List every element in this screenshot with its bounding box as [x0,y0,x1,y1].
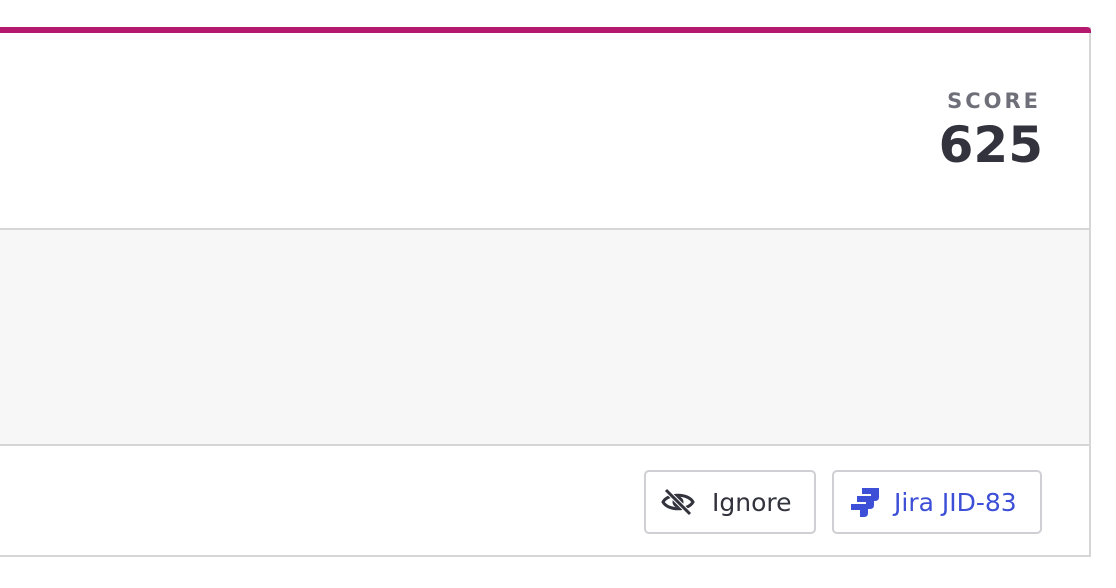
jira-issue-button[interactable]: Jira JID-83 [832,470,1042,534]
score-label: SCORE [947,89,1041,113]
eye-slash-icon [660,484,696,520]
ignore-button[interactable]: Ignore [644,470,816,534]
score-block: SCORE 625 [938,89,1043,174]
severity-accent-bar [0,27,1091,33]
details-section [0,230,1089,444]
jira-button-label: Jira JID-83 [894,487,1017,517]
divider [0,444,1089,446]
score-value: 625 [938,116,1043,174]
ignore-button-label: Ignore [712,487,792,517]
issue-card: SCORE 625 Ignore Jira JID-83 [0,27,1091,557]
jira-icon [848,485,882,519]
